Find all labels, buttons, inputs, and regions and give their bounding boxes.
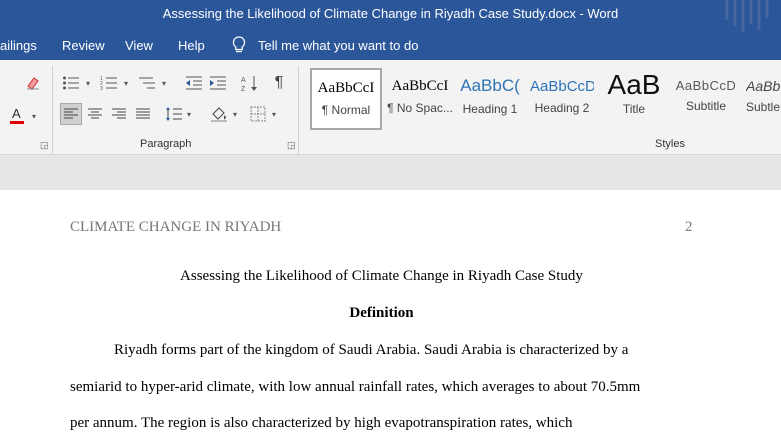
body-line: Riyadh forms part of the kingdom of Saud…: [114, 342, 629, 358]
body-line: per annum. The region is also characteri…: [70, 415, 573, 431]
tab-mailings[interactable]: ailings: [0, 38, 37, 53]
borders-dropdown-icon[interactable]: ▾: [272, 110, 276, 119]
font-color-icon[interactable]: A: [6, 104, 28, 126]
svg-text:A: A: [241, 77, 246, 84]
bullets-dropdown-icon[interactable]: ▾: [86, 79, 90, 88]
styles-group-label: Styles: [655, 138, 685, 150]
style-heading-2[interactable]: AaBbCcD Heading 2: [530, 68, 594, 130]
svg-text:Z: Z: [241, 86, 246, 92]
sort-icon[interactable]: AZ: [239, 72, 261, 94]
shading-dropdown-icon[interactable]: ▾: [233, 110, 237, 119]
shading-icon[interactable]: [208, 103, 230, 125]
section-heading: Definition: [349, 305, 414, 321]
style-subtitle[interactable]: AaBbCcD Subtitle: [674, 68, 738, 130]
align-right-icon[interactable]: [108, 103, 130, 125]
align-center-icon[interactable]: [84, 103, 106, 125]
tab-review[interactable]: Review: [62, 38, 105, 53]
line-spacing-dropdown-icon[interactable]: ▾: [187, 110, 191, 119]
ribbon: A ▾ ▾ 123 ▾ ▾ AZ ¶ ▾ ▾ ▾ ◲ Paragraph ◲ A…: [0, 60, 781, 155]
style-no-spacing[interactable]: AaBbCcI ¶ No Spac...: [384, 68, 456, 130]
style-subtle-emphasis[interactable]: AaBbI Subtle: [746, 68, 781, 130]
style-title[interactable]: AaB Title: [600, 68, 668, 130]
font-color-dropdown-icon[interactable]: ▾: [32, 112, 36, 121]
borders-icon[interactable]: [247, 103, 269, 125]
document-title: Assessing the Likelihood of Climate Chan…: [180, 268, 583, 284]
svg-text:3: 3: [100, 86, 103, 91]
style-heading-1[interactable]: AaBbC( Heading 1: [458, 68, 522, 130]
tab-help[interactable]: Help: [178, 38, 205, 53]
multilevel-dropdown-icon[interactable]: ▾: [162, 79, 166, 88]
align-left-icon[interactable]: [60, 103, 82, 125]
bullets-icon[interactable]: [60, 72, 82, 94]
body-line: semiarid to hyper-arid climate, with low…: [70, 379, 641, 395]
document-backdrop: [0, 155, 781, 190]
justify-icon[interactable]: [132, 103, 154, 125]
numbering-icon[interactable]: 123: [98, 72, 120, 94]
paragraph-group-label: Paragraph: [140, 138, 192, 150]
clear-formatting-icon[interactable]: [22, 72, 44, 94]
font-dialog-launcher-icon[interactable]: ◲: [40, 140, 49, 151]
window-title: Assessing the Likelihood of Climate Chan…: [162, 6, 619, 21]
menu-bar: ailings Review View Help Tell me what yo…: [0, 32, 781, 60]
tell-me-search[interactable]: Tell me what you want to do: [258, 38, 418, 53]
word-pattern-logo: [725, 0, 769, 32]
svg-text:A: A: [12, 106, 21, 121]
paragraph-dialog-launcher-icon[interactable]: ◲: [287, 140, 296, 151]
multilevel-list-icon[interactable]: [136, 72, 158, 94]
page-number: 2: [685, 219, 693, 235]
document-page[interactable]: CLIMATE CHANGE IN RIYADH 2 Assessing the…: [0, 190, 781, 437]
title-bar: Assessing the Likelihood of Climate Chan…: [0, 0, 781, 32]
lightbulb-icon: [231, 36, 247, 57]
increase-indent-icon[interactable]: [207, 72, 229, 94]
show-formatting-marks-icon[interactable]: ¶: [268, 72, 290, 94]
tab-view[interactable]: View: [125, 38, 153, 53]
decrease-indent-icon[interactable]: [183, 72, 205, 94]
line-spacing-icon[interactable]: [163, 103, 185, 125]
style-normal[interactable]: AaBbCcI ¶ Normal: [310, 68, 382, 130]
running-header: CLIMATE CHANGE IN RIYADH: [70, 219, 282, 235]
numbering-dropdown-icon[interactable]: ▾: [124, 79, 128, 88]
